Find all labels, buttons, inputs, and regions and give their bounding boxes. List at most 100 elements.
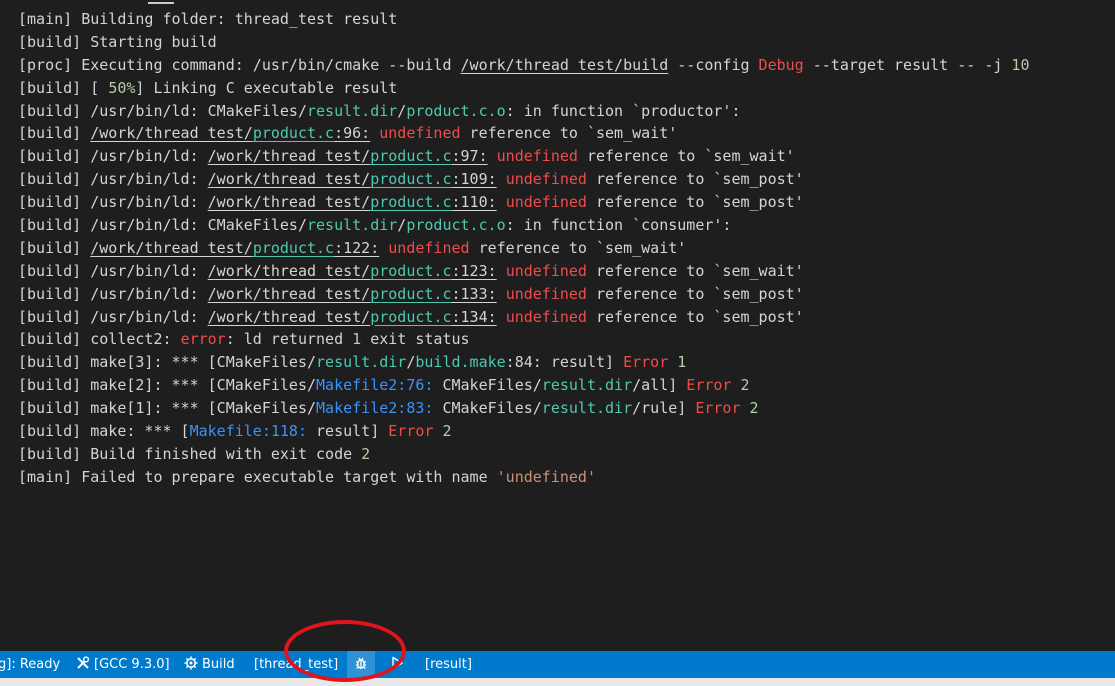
- file-link[interactable]: :97:: [452, 147, 488, 165]
- output-segment: reference to `sem_wait': [577, 147, 795, 166]
- launch-target-selector[interactable]: [result]: [425, 651, 472, 678]
- output-line: [build] collect2: error: ld returned 1 e…: [18, 328, 1108, 351]
- cmake-status-item[interactable]: g]: Ready: [0, 651, 60, 678]
- file-link[interactable]: :109:: [452, 170, 497, 188]
- file-link[interactable]: product.c: [253, 239, 334, 257]
- output-segment: [build]: [18, 238, 91, 257]
- output-segment: [build] /usr/bin/ld:: [18, 261, 208, 280]
- file-link[interactable]: /work/thread_test/: [208, 147, 371, 165]
- output-segment: [740, 399, 749, 417]
- output-segment: 1: [352, 330, 362, 349]
- output-segment: result]: [307, 422, 389, 441]
- output-segment: [build] collect2:: [18, 330, 181, 349]
- kit-selector[interactable]: [GCC 9.3.0]: [76, 651, 170, 678]
- output-segment: undefined: [505, 170, 587, 189]
- terminal-panel[interactable]: [main] Building folder: thread_test resu…: [0, 0, 1115, 651]
- file-link[interactable]: :123:: [452, 262, 497, 280]
- output-segment: undefined: [496, 147, 578, 166]
- tools-icon: [77, 656, 90, 669]
- output-segment: error: [180, 330, 226, 349]
- build-target-selector[interactable]: [thread_test]: [254, 651, 338, 678]
- file-link[interactable]: product.c: [370, 308, 451, 326]
- output-segment: /rule]: [632, 399, 696, 418]
- output-segment: [build] /usr/bin/ld: CMakeFiles/: [18, 216, 307, 235]
- output-segment: --target result -- -j: [803, 55, 1012, 74]
- file-link[interactable]: /work/thread_test/: [208, 193, 371, 211]
- output-segment: undefined: [505, 307, 587, 326]
- file-link[interactable]: product.c: [370, 170, 451, 188]
- output-segment: Error: [686, 376, 732, 395]
- output-line: [build] /usr/bin/ld: CMakeFiles/result.d…: [18, 214, 1108, 237]
- output-segment: /: [406, 353, 416, 372]
- output-line: [main] Failed to prepare executable targ…: [18, 466, 1108, 489]
- output-segment: ] Linking C executable result: [135, 78, 398, 97]
- output-segment: Makefile2:83:: [316, 399, 434, 418]
- output-segment: /: [397, 101, 407, 120]
- build-button[interactable]: Build: [184, 651, 235, 678]
- file-link[interactable]: /work/thread_test/: [208, 308, 371, 326]
- output-segment: : in function `consumer':: [505, 216, 732, 235]
- output-segment: [build] /usr/bin/ld:: [18, 307, 208, 326]
- output-segment: undefined: [379, 124, 461, 143]
- gear-icon: [184, 656, 198, 670]
- output-segment: product.c.o: [406, 101, 506, 120]
- file-link[interactable]: /work/thread_test/: [90, 124, 253, 142]
- output-segment: [build]: [18, 124, 91, 143]
- output-segment: reference to `sem_wait': [460, 124, 678, 143]
- output-segment: [build] /usr/bin/ld:: [18, 284, 208, 303]
- terminal-cursor-mark: [148, 2, 174, 4]
- output-segment: CMakeFiles/: [433, 399, 542, 418]
- output-line: [build] /usr/bin/ld: /work/thread_test/p…: [18, 145, 1108, 168]
- output-segment: [668, 353, 677, 371]
- output-segment: 2: [740, 376, 750, 395]
- file-link[interactable]: product.c: [370, 285, 451, 303]
- output-segment: [main] Building folder: thread_test resu…: [18, 10, 398, 28]
- file-link[interactable]: :133:: [452, 285, 497, 303]
- output-segment: [build] [: [18, 78, 109, 97]
- file-link[interactable]: /work/thread_test/: [208, 170, 371, 188]
- file-link[interactable]: /work/thread_test/: [208, 285, 371, 303]
- output-segment: 10: [1011, 55, 1030, 74]
- output-segment: undefined: [505, 261, 587, 280]
- taskbar-strip: [0, 678, 1115, 686]
- play-icon: [392, 656, 403, 670]
- output-segment: /all]: [632, 376, 687, 395]
- file-link[interactable]: product.c: [370, 147, 451, 165]
- output-segment: [proc] Executing command: /usr/bin/cmake…: [18, 55, 461, 74]
- output-segment: build.make: [415, 353, 506, 372]
- debug-button[interactable]: [347, 651, 375, 678]
- output-segment: [497, 308, 506, 326]
- output-segment: [build] /usr/bin/ld: CMakeFiles/: [18, 101, 307, 120]
- file-link[interactable]: :96:: [334, 124, 370, 142]
- output-line: [build] make[2]: *** [CMakeFiles/Makefil…: [18, 374, 1108, 397]
- output-line: [proc] Executing command: /usr/bin/cmake…: [18, 54, 1108, 77]
- output-segment: : in function `productor':: [505, 101, 741, 120]
- run-button[interactable]: [390, 651, 408, 678]
- file-link[interactable]: :122:: [334, 239, 379, 257]
- output-segment: result.dir: [306, 101, 398, 120]
- file-link[interactable]: /work/thread_test/: [208, 262, 371, 280]
- file-link[interactable]: /work/thread_test/build: [461, 56, 669, 74]
- file-link[interactable]: product.c: [370, 193, 451, 211]
- output-segment: reference to `sem_post': [586, 170, 804, 189]
- output-segment: [build] Starting build: [18, 32, 217, 51]
- file-link[interactable]: :134:: [452, 308, 497, 326]
- output-segment: [build] /usr/bin/ld:: [18, 147, 208, 166]
- output-segment: [497, 262, 506, 280]
- output-segment: [build] make[3]: *** [CMakeFiles/: [18, 353, 317, 372]
- file-link[interactable]: /work/thread_test/: [90, 239, 253, 257]
- output-segment: 1: [677, 353, 687, 372]
- status-bar: g]: Ready [GCC 9.3.0] Build [thread_test…: [0, 651, 1115, 678]
- output-segment: :84: result]: [505, 353, 624, 372]
- file-link[interactable]: product.c: [370, 262, 451, 280]
- file-link[interactable]: :110:: [452, 193, 497, 211]
- output-segment: reference to `sem_post': [586, 307, 804, 326]
- output-segment: [379, 239, 388, 257]
- output-segment: Debug: [758, 55, 804, 74]
- output-segment: reference to `sem_wait': [469, 238, 687, 257]
- file-link[interactable]: product.c: [253, 124, 334, 142]
- output-segment: Makefile:118:: [189, 422, 307, 441]
- bug-icon: [356, 657, 366, 669]
- output-line: [build] Starting build: [18, 31, 1108, 54]
- kit-label: [GCC 9.3.0]: [94, 657, 170, 672]
